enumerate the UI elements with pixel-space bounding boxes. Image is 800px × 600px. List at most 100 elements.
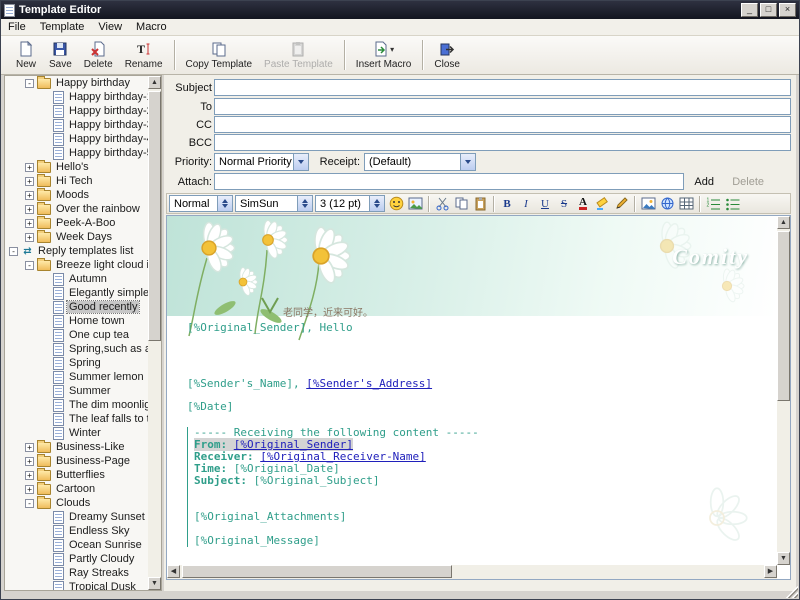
tree-expander-icon[interactable]: +	[25, 204, 34, 214]
menu-view[interactable]: View	[91, 20, 129, 34]
underline-icon[interactable]: U	[536, 195, 554, 212]
delete-button[interactable]: Delete	[78, 37, 119, 73]
cut-icon[interactable]	[433, 195, 451, 212]
stationery-icon[interactable]	[406, 195, 424, 212]
tree-expander-icon[interactable]: +	[25, 442, 34, 452]
scroll-right-icon[interactable]: ▶	[764, 565, 777, 578]
bold-icon[interactable]: B	[498, 195, 516, 212]
tree-expander-icon[interactable]: +	[25, 232, 34, 242]
tree-folder-peek-a-boo[interactable]: + Peek-A-Boo	[5, 215, 148, 230]
tree-item-good-recently[interactable]: Good recently	[5, 300, 148, 314]
to-input[interactable]	[214, 98, 791, 115]
tree-expander-icon[interactable]: +	[25, 484, 34, 494]
tree-item-one-cup-tea[interactable]: One cup tea	[5, 328, 148, 342]
tree-folder-clouds[interactable]: - Clouds	[5, 495, 148, 510]
tree-item-happy-birthday-5[interactable]: Happy birthday-5	[5, 146, 148, 160]
tree-item-the-dim-moonlight-i[interactable]: The dim moonlight i...	[5, 398, 148, 412]
tree-folder-hello-s[interactable]: + Hello's	[5, 159, 148, 174]
tree-item-endless-sky[interactable]: Endless Sky	[5, 524, 148, 538]
tree-item-reply-templates-list[interactable]: - ⇄ Reply templates list	[5, 244, 148, 258]
tree-expander-icon[interactable]: +	[25, 218, 34, 228]
pencil-icon[interactable]	[612, 195, 630, 212]
tree-item-spring[interactable]: Spring	[5, 356, 148, 370]
menu-file[interactable]: File	[1, 20, 33, 34]
tree-item-elegantly-simple[interactable]: Elegantly simple	[5, 286, 148, 300]
tree-folder-hi-tech[interactable]: + Hi Tech	[5, 173, 148, 188]
close-button[interactable]: ×	[779, 3, 796, 17]
italic-icon[interactable]: I	[517, 195, 535, 212]
emoticon-icon[interactable]	[387, 195, 405, 212]
tree-expander-icon[interactable]: +	[25, 176, 34, 186]
tree-item-the-leaf-falls-to-thi[interactable]: The leaf falls to thi...	[5, 412, 148, 426]
numbered-list-icon[interactable]: 12	[704, 195, 722, 212]
receipt-select[interactable]: (Default)	[364, 153, 476, 171]
tree-item-happy-birthday-2[interactable]: Happy birthday-2	[5, 104, 148, 118]
attach-input[interactable]	[214, 173, 684, 190]
tree-folder-week-days[interactable]: + Week Days	[5, 229, 148, 244]
chevron-down-icon[interactable]	[460, 154, 475, 170]
tree-item-happy-birthday-1[interactable]: Happy birthday-1	[5, 90, 148, 104]
table-icon[interactable]	[677, 195, 695, 212]
minimize-button[interactable]: _	[741, 3, 758, 17]
scroll-down-icon[interactable]: ▼	[777, 552, 790, 565]
updown-arrows-icon[interactable]	[369, 196, 384, 211]
attach-delete-button[interactable]: Delete	[728, 175, 768, 189]
scroll-left-icon[interactable]: ◀	[167, 565, 180, 578]
tree-folder-business-page[interactable]: + Business-Page	[5, 453, 148, 468]
save-button[interactable]: Save	[43, 37, 78, 73]
tree-folder-breeze-light-cloud-is-thin[interactable]: - Breeze light cloud is thin	[5, 257, 148, 272]
tree-item-summer-lemon[interactable]: Summer lemon	[5, 370, 148, 384]
tree-folder-happy-birthday[interactable]: - Happy birthday	[5, 76, 148, 90]
font-color-icon[interactable]: A	[574, 195, 592, 212]
tree-item-ocean-sunrise[interactable]: Ocean Sunrise	[5, 538, 148, 552]
tree-scrollbar-thumb[interactable]	[148, 91, 161, 341]
copy-template-button[interactable]: Copy Template	[180, 37, 259, 73]
scroll-up-icon[interactable]: ▲	[148, 76, 161, 89]
font-family-select[interactable]: SimSun	[235, 195, 313, 212]
priority-select[interactable]: Normal Priority	[214, 153, 309, 171]
tree-expander-icon[interactable]: -	[9, 246, 18, 256]
paste-template-button[interactable]: Paste Template	[258, 37, 339, 73]
body-vscroll-thumb[interactable]	[777, 231, 790, 401]
body-vertical-scrollbar[interactable]: ▲ ▼	[777, 216, 790, 565]
tree-item-home-town[interactable]: Home town	[5, 314, 148, 328]
tree-folder-butterflies[interactable]: + Butterflies	[5, 467, 148, 482]
tree-folder-cartoon[interactable]: + Cartoon	[5, 481, 148, 496]
tree-item-dreamy-sunset[interactable]: Dreamy Sunset	[5, 510, 148, 524]
paste-icon[interactable]	[471, 195, 489, 212]
bullet-list-icon[interactable]	[723, 195, 741, 212]
resize-grip[interactable]	[786, 586, 798, 598]
tree-expander-icon[interactable]: -	[25, 260, 34, 270]
chevron-down-icon[interactable]	[293, 154, 308, 170]
scroll-up-icon[interactable]: ▲	[777, 216, 790, 229]
tree-expander-icon[interactable]: -	[25, 78, 34, 88]
cc-input[interactable]	[214, 116, 791, 133]
tree-expander-icon[interactable]: +	[25, 190, 34, 200]
tree-item-spring-such-as-are[interactable]: Spring,such as are...	[5, 342, 148, 356]
font-size-select[interactable]: 3 (12 pt)	[315, 195, 385, 212]
tree-folder-moods[interactable]: + Moods	[5, 187, 148, 202]
insert-macro-button[interactable]: ▾ Insert Macro	[350, 37, 418, 73]
subject-input[interactable]	[214, 79, 791, 96]
tree-item-summer[interactable]: Summer	[5, 384, 148, 398]
updown-arrows-icon[interactable]	[297, 196, 312, 211]
hyperlink-icon[interactable]	[658, 195, 676, 212]
highlight-icon[interactable]	[593, 195, 611, 212]
scroll-down-icon[interactable]: ▼	[148, 577, 161, 590]
bcc-input[interactable]	[214, 134, 791, 151]
body-horizontal-scrollbar[interactable]: ◀ ▶	[167, 565, 777, 579]
tree-expander-icon[interactable]: +	[25, 162, 34, 172]
copy-icon[interactable]	[452, 195, 470, 212]
new-button[interactable]: New	[9, 37, 43, 73]
rename-button[interactable]: T Rename	[119, 37, 169, 73]
menu-macro[interactable]: Macro	[129, 20, 174, 34]
tree-expander-icon[interactable]: +	[25, 470, 34, 480]
tree-scrollbar[interactable]: ▲ ▼	[148, 76, 161, 590]
insert-image-icon[interactable]	[639, 195, 657, 212]
close-toolbar-button[interactable]: Close	[428, 37, 466, 73]
title-bar[interactable]: Template Editor _ □ ×	[1, 1, 799, 19]
tree-item-happy-birthday-4[interactable]: Happy birthday-4	[5, 132, 148, 146]
tree-expander-icon[interactable]: +	[25, 456, 34, 466]
tree-folder-business-like[interactable]: + Business-Like	[5, 439, 148, 454]
tree-item-tropical-dusk[interactable]: Tropical Dusk	[5, 580, 148, 590]
